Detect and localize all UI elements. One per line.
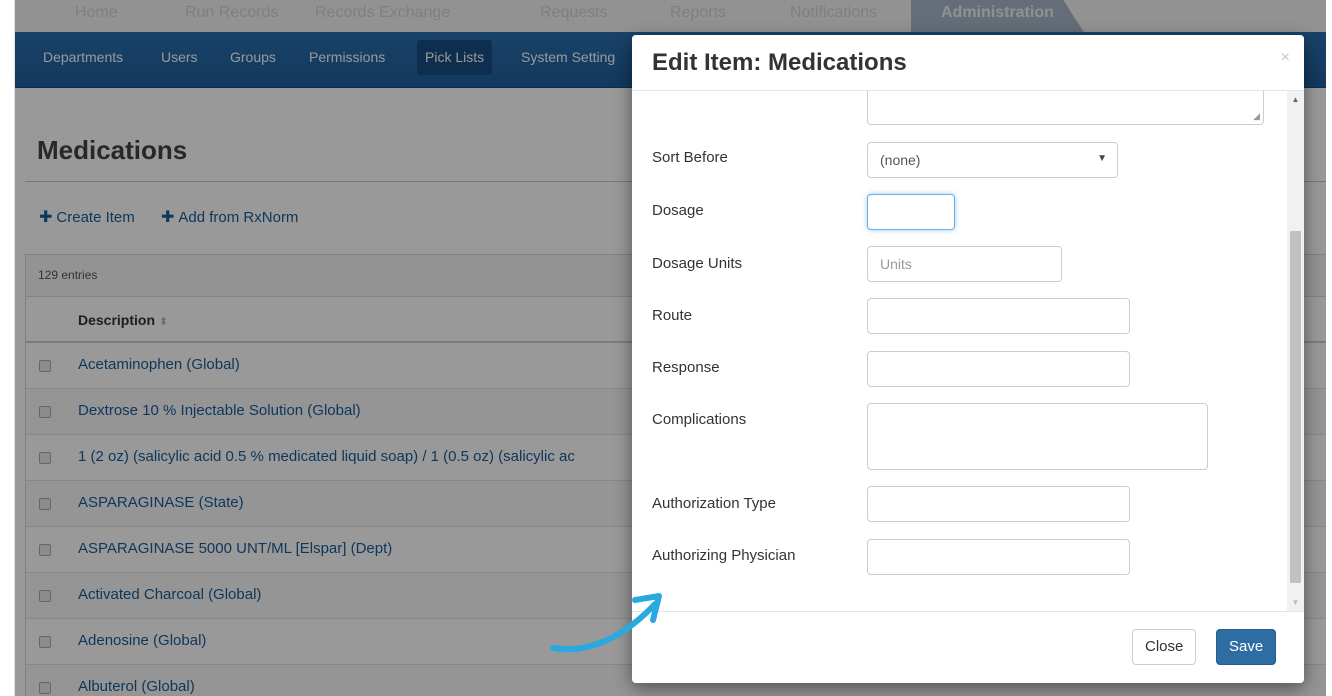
dosage-input[interactable] [867, 194, 955, 230]
route-label: Route [652, 307, 693, 324]
response-label: Response [652, 359, 720, 376]
authorization-type-input[interactable] [867, 486, 1130, 522]
notes-textarea[interactable]: ◢ [867, 91, 1264, 125]
resize-grip-icon[interactable]: ◢ [1253, 111, 1260, 122]
scrollbar-thumb[interactable] [1290, 231, 1301, 583]
response-input[interactable] [867, 351, 1130, 387]
route-input[interactable] [867, 298, 1130, 334]
authorization-type-label: Authorization Type [652, 495, 776, 512]
dialog-footer: Close Save [632, 611, 1304, 683]
sort-before-select[interactable]: (none) ▼ [867, 142, 1118, 178]
complications-textarea[interactable] [867, 403, 1208, 470]
dosage-label: Dosage [652, 202, 704, 219]
dialog-body: ◢ Sort Before (none) ▼ Dosage Dosage Uni… [632, 91, 1304, 611]
sort-before-label: Sort Before [652, 149, 728, 166]
dosage-units-label: Dosage Units [652, 255, 743, 272]
dialog-header: Edit Item: Medications × [632, 35, 1304, 91]
scroll-up-arrow-icon[interactable]: ▲ [1287, 91, 1304, 108]
complications-label: Complications [652, 411, 747, 428]
authorizing-physician-input[interactable] [867, 539, 1130, 575]
dosage-units-placeholder: Units [880, 256, 912, 272]
caret-down-icon: ▼ [1097, 153, 1107, 164]
sort-before-value: (none) [880, 152, 921, 168]
authorizing-physician-label: Authorizing Physician [652, 547, 796, 564]
save-button[interactable]: Save [1216, 629, 1277, 665]
dosage-units-input[interactable]: Units [867, 246, 1062, 282]
close-icon[interactable]: × [1281, 49, 1290, 67]
dialog-scrollbar[interactable]: ▲ ▼ [1287, 91, 1304, 611]
app-screenshot: Home Run Records Records Exchange Reques… [14, 0, 1326, 696]
scroll-down-arrow-icon[interactable]: ▼ [1287, 594, 1304, 611]
edit-item-dialog: Edit Item: Medications × ◢ Sort Before (… [632, 35, 1304, 683]
curved-arrow-icon [550, 593, 662, 653]
close-button[interactable]: Close [1132, 629, 1197, 665]
dialog-title: Edit Item: Medications [652, 49, 907, 76]
